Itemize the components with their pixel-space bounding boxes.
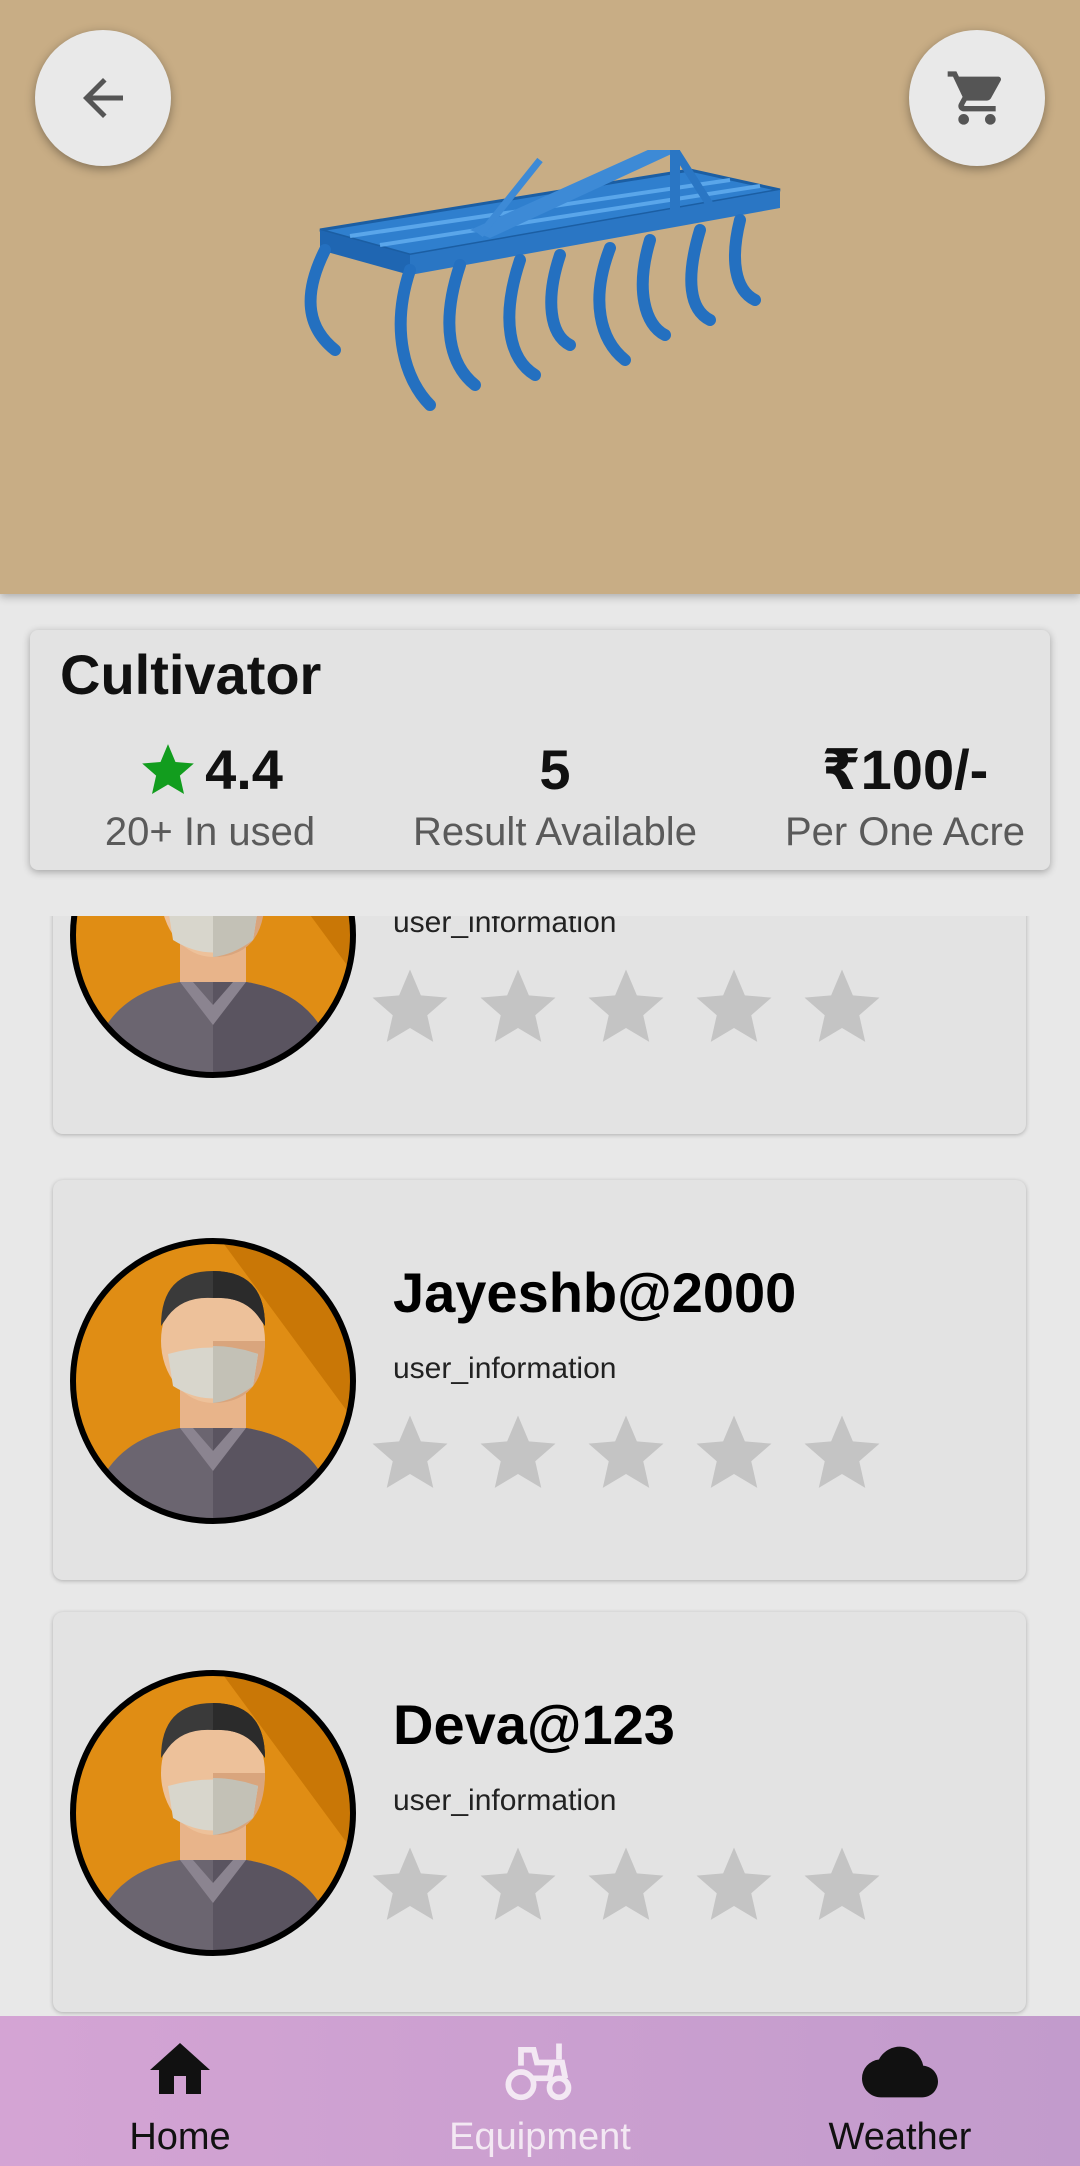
arrow-back-icon xyxy=(83,78,123,118)
rating-value: 4.4 xyxy=(205,738,283,801)
avatar xyxy=(70,916,356,1078)
star-empty-icon[interactable] xyxy=(473,962,563,1052)
cultivator-image xyxy=(304,150,781,411)
rating-stars[interactable] xyxy=(365,1840,887,1930)
reviewer-info: user_information xyxy=(393,1352,617,1385)
product-title: Cultivator xyxy=(60,643,322,706)
rating-stars[interactable] xyxy=(365,1408,887,1498)
star-empty-icon[interactable] xyxy=(689,1408,779,1498)
bottom-navigation: Home Equipment Weather xyxy=(0,2016,1080,2166)
reviewer-name: Jayeshb@2000 xyxy=(393,1261,797,1324)
star-empty-icon[interactable] xyxy=(581,1840,671,1930)
reviewer-info: user_information xyxy=(393,916,617,939)
used-label: 20+ In used xyxy=(104,810,316,854)
results-label: Result Available xyxy=(413,810,697,854)
nav-weather-label: Weather xyxy=(828,2116,972,2158)
home-icon xyxy=(150,2043,210,2094)
star-empty-icon[interactable] xyxy=(797,962,887,1052)
review-list[interactable]: user_information Jayeshb@2000 user_infor… xyxy=(0,916,1080,2016)
back-button[interactable] xyxy=(35,30,171,166)
star-empty-icon[interactable] xyxy=(581,1408,671,1498)
cloud-icon xyxy=(862,2046,938,2098)
product-hero xyxy=(0,0,1080,594)
review-card[interactable]: user_information xyxy=(53,916,1026,1134)
avatar xyxy=(70,1238,356,1524)
price-stat: ₹100/- Per One Acre xyxy=(735,738,1075,856)
nav-equipment[interactable]: Equipment xyxy=(390,2016,690,2166)
star-empty-icon[interactable] xyxy=(797,1408,887,1498)
reviewer-info: user_information xyxy=(393,1784,617,1817)
tractor-icon xyxy=(505,2043,572,2101)
reviewer-name: Deva@123 xyxy=(393,1693,675,1756)
star-empty-icon[interactable] xyxy=(365,1840,455,1930)
review-card[interactable]: Deva@123 user_information xyxy=(53,1612,1026,2012)
results-stat: 5 Result Available xyxy=(385,738,725,856)
avatar xyxy=(70,1670,356,1956)
product-info-card: Cultivator 4.4 20+ In used 5 Result Avai… xyxy=(30,630,1050,870)
star-empty-icon[interactable] xyxy=(689,962,779,1052)
rating-stars[interactable] xyxy=(365,962,887,1052)
star-empty-icon[interactable] xyxy=(473,1408,563,1498)
nav-home[interactable]: Home xyxy=(60,2016,300,2166)
cart-icon xyxy=(947,71,1002,125)
star-empty-icon[interactable] xyxy=(581,962,671,1052)
nav-equipment-label: Equipment xyxy=(449,2116,631,2158)
star-empty-icon[interactable] xyxy=(797,1840,887,1930)
rating-stat: 4.4 20+ In used xyxy=(40,738,380,856)
star-empty-icon[interactable] xyxy=(365,1408,455,1498)
review-card[interactable]: Jayeshb@2000 user_information xyxy=(53,1180,1026,1580)
nav-home-label: Home xyxy=(129,2116,231,2158)
star-empty-icon[interactable] xyxy=(473,1840,563,1930)
star-empty-icon[interactable] xyxy=(365,962,455,1052)
price-label: Per One Acre xyxy=(784,810,1026,854)
nav-weather[interactable]: Weather xyxy=(780,2016,1020,2166)
price-value: ₹100/- xyxy=(821,738,989,801)
cart-button[interactable] xyxy=(909,30,1045,166)
results-count: 5 xyxy=(539,738,571,801)
star-empty-icon[interactable] xyxy=(689,1840,779,1930)
star-icon xyxy=(142,744,194,795)
